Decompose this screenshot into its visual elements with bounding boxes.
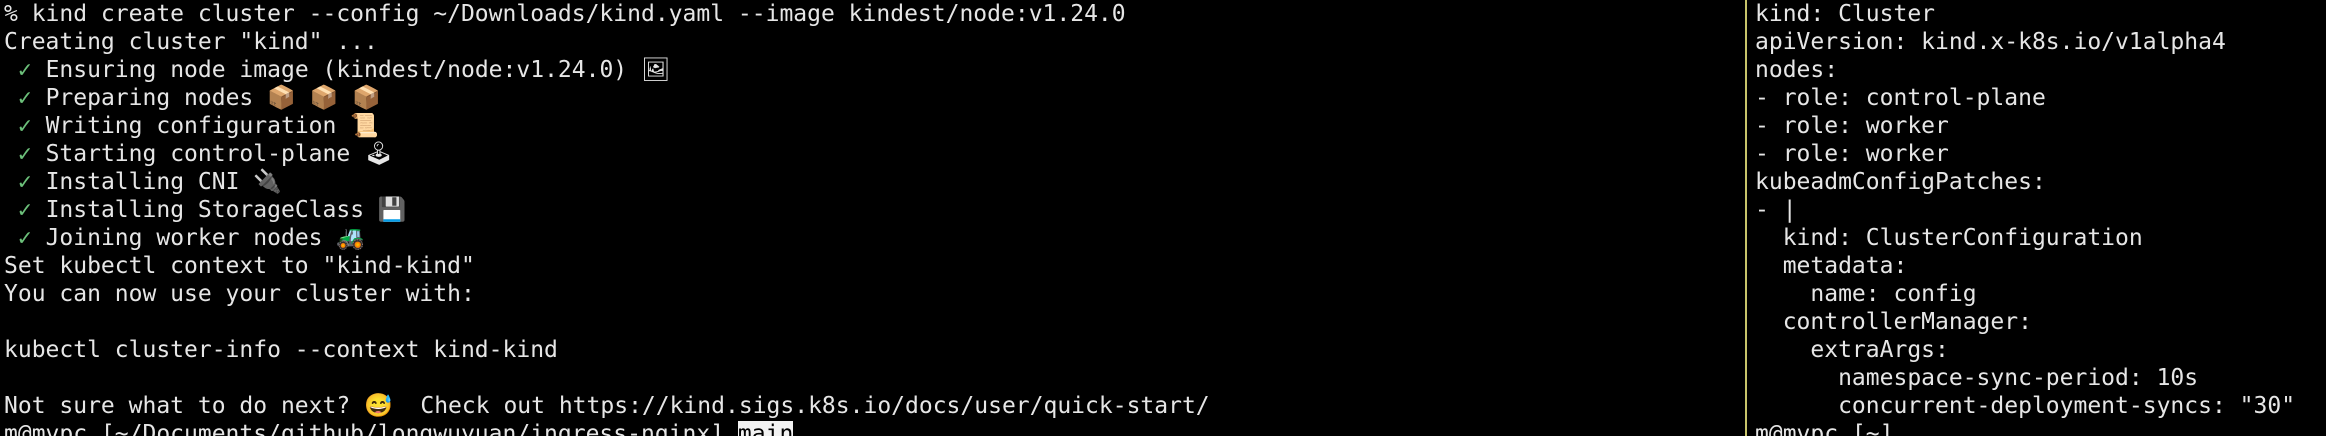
yaml-line: metadata:: [1755, 253, 1908, 279]
scroll-icon: 📜: [350, 113, 379, 139]
yaml-line: apiVersion: kind.x-k8s.io/v1alpha4: [1755, 29, 2226, 55]
shell-prompt-line[interactable]: m@mvpc [~/Documents/github/longwuyuan/in…: [4, 420, 1744, 436]
floppy-disk-icon: 💾: [377, 197, 407, 223]
step-text: Joining worker nodes: [31, 225, 337, 251]
step-text: Preparing nodes: [31, 85, 268, 111]
check-icon: ✓: [17, 197, 32, 223]
step-text: Installing StorageClass: [31, 197, 378, 223]
next-steps-link-text[interactable]: Check out https://kind.sigs.k8s.io/docs/…: [393, 393, 1209, 419]
yaml-line: controllerManager:: [1755, 309, 2032, 335]
check-icon: ✓: [17, 225, 32, 251]
check-icon: ✓: [17, 141, 32, 167]
image-icon: 🖼: [641, 57, 671, 83]
step-line: ✓ Preparing nodes 📦 📦 📦: [4, 84, 1744, 112]
shell-prompt: m@mvpc [~/Documents/github/longwuyuan/in…: [4, 421, 738, 436]
context-set-line: Set kubectl context to "kind-kind": [4, 253, 475, 279]
creating-cluster-line: Creating cluster "kind" ...: [4, 29, 378, 55]
step-line: ✓ Installing CNI 🔌: [4, 168, 1744, 196]
step-line: ✓ Installing StorageClass 💾: [4, 196, 1744, 224]
yaml-line: concurrent-deployment-syncs: "30": [1755, 393, 2296, 419]
usage-line: You can now use your cluster with:: [4, 281, 475, 307]
plug-icon: 🔌: [253, 169, 282, 195]
step-text: Writing configuration: [31, 113, 351, 139]
yaml-line: - role: worker: [1755, 141, 1949, 167]
next-steps-prefix: Not sure what to do next?: [4, 393, 365, 419]
shell-prompt[interactable]: m@mvpc [~]: [1755, 420, 2326, 436]
git-branch-badge: main: [737, 421, 794, 436]
check-icon: ✓: [17, 113, 32, 139]
yaml-line: extraArgs:: [1755, 337, 1949, 363]
step-line: ✓ Starting control-plane 🕹: [4, 140, 1744, 168]
yaml-line: kind: ClusterConfiguration: [1755, 225, 2143, 251]
tractor-icon: 🚜: [336, 225, 365, 251]
cluster-info-command: kubectl cluster-info --context kind-kind: [4, 337, 558, 363]
terminal-pane-right[interactable]: kind: Cluster apiVersion: kind.x-k8s.io/…: [1747, 0, 2326, 436]
step-text: Installing CNI: [31, 169, 254, 195]
step-line: ✓ Ensuring node image (kindest/node:v1.2…: [4, 56, 1744, 84]
terminal-pane-left[interactable]: % kind create cluster --config ~/Downloa…: [0, 0, 1744, 436]
command-line: % kind create cluster --config ~/Downloa…: [4, 1, 1126, 27]
check-icon: ✓: [17, 57, 32, 83]
check-icon: ✓: [17, 169, 32, 195]
yaml-line: kubeadmConfigPatches:: [1755, 169, 2046, 195]
step-line: ✓ Writing configuration 📜: [4, 112, 1744, 140]
yaml-line: namespace-sync-period: 10s: [1755, 365, 2199, 391]
yaml-line: name: config: [1755, 281, 1977, 307]
next-steps-line: Not sure what to do next? 😅 Check out ht…: [4, 392, 1744, 420]
check-icon: ✓: [17, 85, 32, 111]
yaml-line: nodes:: [1755, 57, 1839, 83]
step-line: ✓ Joining worker nodes 🚜: [4, 224, 1744, 252]
smile-sweat-icon: 😅: [364, 393, 393, 419]
yaml-line: - role: control-plane: [1755, 85, 2046, 111]
yaml-line: - role: worker: [1755, 113, 1949, 139]
package-icon: 📦 📦 📦: [267, 85, 381, 111]
step-text: Ensuring node image (kindest/node:v1.24.…: [31, 57, 641, 83]
yaml-line: - |: [1755, 197, 1797, 223]
joystick-icon: 🕹: [364, 141, 394, 167]
step-text: Starting control-plane: [31, 141, 365, 167]
yaml-line: kind: Cluster: [1755, 1, 1936, 27]
